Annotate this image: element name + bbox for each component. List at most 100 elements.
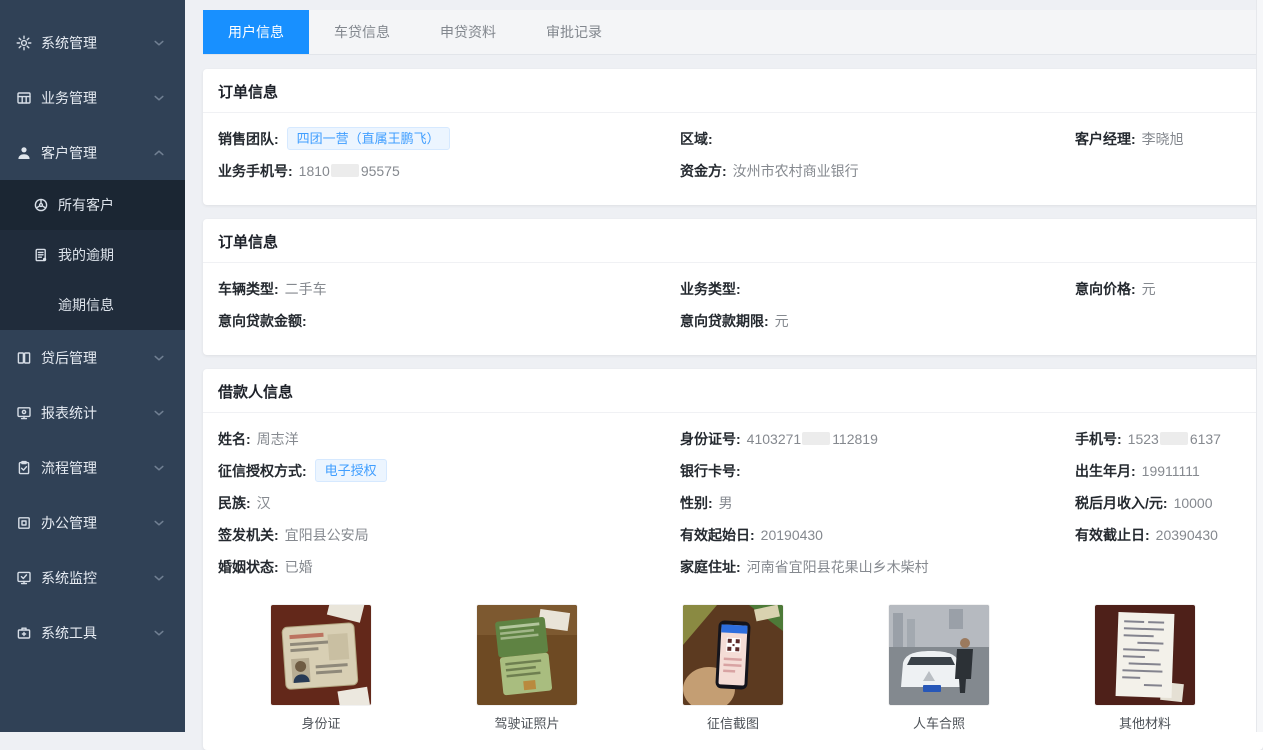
field-mobile-phone: 手机号:15236137 bbox=[1075, 423, 1248, 455]
field-intent-price: 意向价格:元 bbox=[1075, 273, 1248, 305]
tab-user-info[interactable]: 用户信息 bbox=[203, 10, 309, 54]
sidebar-item-office-management[interactable]: 办公管理 bbox=[0, 495, 185, 550]
photo-label: 身份证 bbox=[301, 713, 340, 732]
sidebar-item-my-overdue[interactable]: 我的逾期 bbox=[0, 230, 185, 280]
chevron-down-icon bbox=[151, 625, 167, 641]
borrower-info-card: 借款人信息姓名:周志洋身份证号:4103271112819手机号:1523613… bbox=[203, 369, 1263, 750]
main-content: 用户信息车贷信息申贷资料审批记录 订单信息销售团队:四团一营（直属王鹏飞）区域:… bbox=[185, 0, 1263, 732]
field-empty bbox=[1075, 551, 1248, 583]
field-tag[interactable]: 四团一营（直属王鹏飞） bbox=[287, 127, 450, 150]
sidebar-item-post-loan-management[interactable]: 贷后管理 bbox=[0, 330, 185, 385]
other-material-photo[interactable] bbox=[1095, 605, 1195, 705]
chevron-down-icon bbox=[151, 90, 167, 106]
field-empty bbox=[1075, 155, 1248, 187]
field-row: 销售团队:四团一营（直属王鹏飞）区域:客户经理:李晓旭 bbox=[218, 123, 1248, 155]
sidebar-item-label: 客户管理 bbox=[41, 143, 97, 163]
field-label: 有效截止日: bbox=[1075, 527, 1150, 543]
scrollbar-track[interactable] bbox=[1256, 0, 1263, 732]
field-value: 20190430 bbox=[761, 527, 823, 543]
tab-loan-documents[interactable]: 申贷资料 bbox=[415, 10, 521, 54]
censor-patch bbox=[331, 164, 359, 177]
sidebar-item-label: 流程管理 bbox=[41, 458, 97, 478]
sidebar-item-label: 系统管理 bbox=[41, 33, 97, 53]
customers-icon bbox=[33, 197, 49, 213]
card-title: 订单信息 bbox=[203, 219, 1263, 263]
field-label: 手机号: bbox=[1075, 431, 1122, 447]
sidebar-item-all-customers[interactable]: 所有客户 bbox=[0, 180, 185, 230]
field-value: 10000 bbox=[1174, 495, 1213, 511]
sidebar-item-system-monitor[interactable]: 系统监控 bbox=[0, 550, 185, 605]
field-intent-loan-amount: 意向贷款金额: bbox=[218, 305, 680, 337]
sidebar-item-system-tools[interactable]: 系统工具 bbox=[0, 605, 185, 660]
field-label: 税后月收入/元: bbox=[1075, 495, 1168, 511]
field-issuing-authority: 签发机关:宜阳县公安局 bbox=[218, 519, 680, 551]
field-empty bbox=[1075, 305, 1248, 337]
order-info-card-1: 订单信息销售团队:四团一营（直属王鹏飞）区域:客户经理:李晓旭业务手机号:181… bbox=[203, 69, 1263, 205]
card-body: 姓名:周志洋身份证号:4103271112819手机号:15236137征信授权… bbox=[203, 413, 1263, 750]
censor-patch bbox=[802, 432, 830, 445]
sidebar-item-label: 业务管理 bbox=[41, 88, 97, 108]
cards-container: 订单信息销售团队:四团一营（直属王鹏飞）区域:客户经理:李晓旭业务手机号:181… bbox=[203, 69, 1263, 750]
sidebar-item-label: 所有客户 bbox=[58, 195, 114, 215]
person-car-photo[interactable] bbox=[889, 605, 989, 705]
sidebar-item-business-management[interactable]: 业务管理 bbox=[0, 70, 185, 125]
field-label: 出生年月: bbox=[1075, 463, 1136, 479]
tab-car-loan-info[interactable]: 车贷信息 bbox=[309, 10, 415, 54]
field-label: 区域: bbox=[680, 131, 713, 147]
gear-icon bbox=[16, 35, 32, 51]
field-row: 民族:汉性别:男税后月收入/元: 10000 bbox=[218, 487, 1248, 519]
chevron-down-icon bbox=[151, 460, 167, 476]
field-row: 意向贷款金额:意向贷款期限:元 bbox=[218, 305, 1248, 337]
sidebar-item-label: 逾期信息 bbox=[58, 295, 114, 315]
photo-row: 身份证驾驶证照片征信截图人车合照其他材料 bbox=[218, 605, 1248, 732]
sidebar-item-report-statistics[interactable]: 报表统计 bbox=[0, 385, 185, 440]
sidebar-item-system-management[interactable]: 系统管理 bbox=[0, 15, 185, 70]
field-gender: 性别:男 bbox=[680, 487, 1075, 519]
photo-cell: 征信截图 bbox=[630, 605, 836, 732]
field-vehicle-type: 车辆类型:二手车 bbox=[218, 273, 680, 305]
field-value: 汉 bbox=[257, 495, 271, 511]
chevron-down-icon bbox=[151, 405, 167, 421]
field-region: 区域: bbox=[680, 123, 1075, 155]
tab-approval-record[interactable]: 审批记录 bbox=[521, 10, 627, 54]
field-label: 业务类型: bbox=[680, 281, 741, 297]
field-value-suffix: 95575 bbox=[361, 163, 400, 179]
toolbox-icon bbox=[16, 625, 32, 641]
credit-auth-photo[interactable] bbox=[683, 605, 783, 705]
field-row: 婚姻状态:已婚家庭住址:河南省宜阳县花果山乡木柴村 bbox=[218, 551, 1248, 583]
field-value-prefix: 1523 bbox=[1128, 431, 1159, 447]
field-label: 销售团队: bbox=[218, 131, 279, 147]
sidebar-item-customer-management[interactable]: 客户管理 bbox=[0, 125, 185, 180]
card-title: 订单信息 bbox=[203, 69, 1263, 113]
photo-label: 人车合照 bbox=[913, 713, 965, 732]
card-body: 车辆类型:二手车业务类型: 意向价格:元意向贷款金额:意向贷款期限:元 bbox=[203, 263, 1263, 355]
censor-patch bbox=[1160, 432, 1188, 445]
sidebar-item-process-management[interactable]: 流程管理 bbox=[0, 440, 185, 495]
id-card-photo[interactable] bbox=[271, 605, 371, 705]
notebook-icon bbox=[33, 247, 49, 263]
book-icon bbox=[16, 350, 32, 366]
submenu-customer-management: 所有客户我的逾期逾期信息 bbox=[0, 180, 185, 330]
chevron-down-icon bbox=[151, 35, 167, 51]
field-value: 已婚 bbox=[285, 559, 313, 575]
field-ethnicity: 民族:汉 bbox=[218, 487, 680, 519]
field-label: 银行卡号: bbox=[680, 463, 741, 479]
sidebar-item-label: 我的逾期 bbox=[58, 245, 114, 265]
field-row: 车辆类型:二手车业务类型: 意向价格:元 bbox=[218, 273, 1248, 305]
field-business-phone: 业务手机号:181095575 bbox=[218, 155, 680, 187]
field-label: 意向贷款金额: bbox=[218, 313, 307, 329]
field-value-prefix: 1810 bbox=[299, 163, 330, 179]
sidebar-item-overdue-info[interactable]: 逾期信息 bbox=[0, 280, 185, 330]
field-value-prefix: 4103271 bbox=[747, 431, 802, 447]
grid-icon bbox=[16, 90, 32, 106]
field-tag[interactable]: 电子授权 bbox=[315, 459, 387, 482]
drivers-license-photo[interactable] bbox=[477, 605, 577, 705]
field-row: 征信授权方式:电子授权银行卡号:出生年月:19911111 bbox=[218, 455, 1248, 487]
user-icon bbox=[16, 145, 32, 161]
field-bank-card-number: 银行卡号: bbox=[680, 455, 1075, 487]
field-monthly-income: 税后月收入/元: 10000 bbox=[1075, 487, 1248, 519]
field-label: 姓名: bbox=[218, 431, 251, 447]
field-value: 元 bbox=[775, 313, 789, 329]
field-value: 二手车 bbox=[285, 281, 327, 297]
clipboard-icon bbox=[16, 460, 32, 476]
